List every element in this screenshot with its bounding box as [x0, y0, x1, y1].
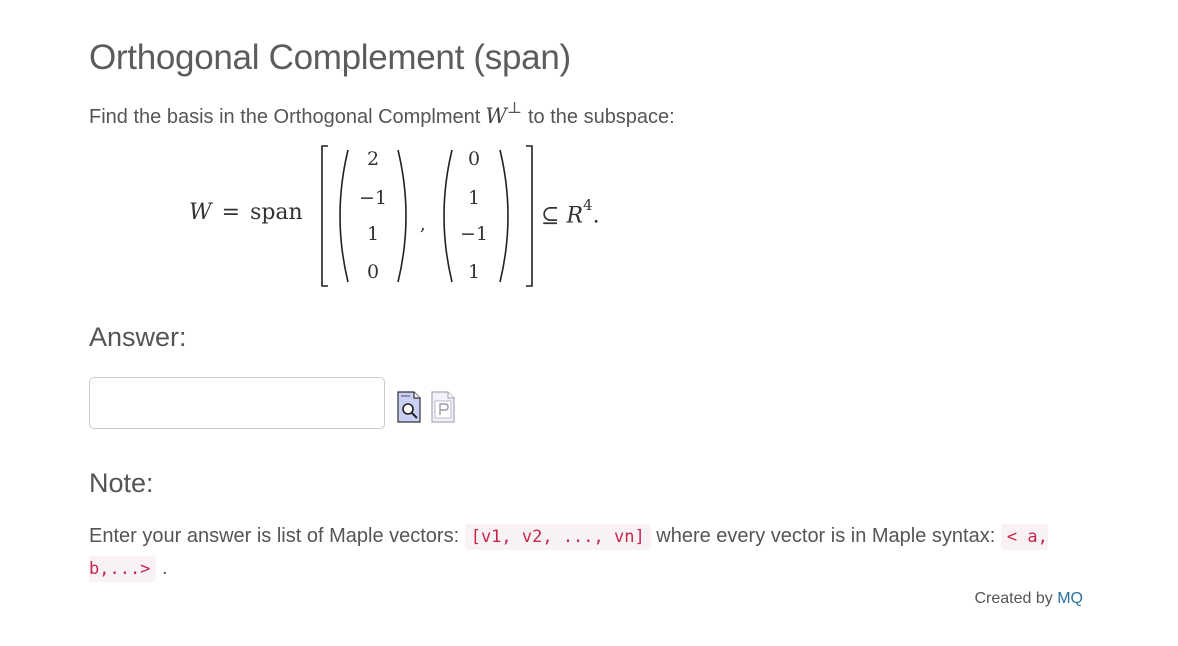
paste-icon[interactable]: [431, 391, 455, 423]
vector1-entry: 2: [366, 148, 380, 170]
period: .: [592, 203, 600, 229]
page: Orthogonal Complement (span) Find the ba…: [0, 0, 1178, 646]
vector1-entry: 1: [366, 223, 380, 245]
vector1-left-paren: [339, 149, 349, 283]
credit-text: Created by: [974, 590, 1053, 607]
matrix-brackets: [321, 145, 533, 287]
vector2-entry: 1: [467, 261, 481, 283]
note-text-after: .: [161, 557, 168, 579]
note-text-before: Enter your answer is list of Maple vecto…: [89, 525, 460, 547]
vector1-entry: 0: [366, 261, 380, 283]
vector2-left-paren: [443, 149, 453, 283]
vector1-right-paren: [397, 149, 407, 283]
vector1-entry: −1: [358, 187, 387, 209]
preview-icon[interactable]: [397, 391, 421, 423]
right-square-bracket: [526, 145, 533, 287]
vector2-entry: 0: [467, 148, 481, 170]
note-heading: Note:: [89, 468, 154, 498]
left-square-bracket: [321, 145, 328, 287]
credit-link[interactable]: MQ: [1057, 590, 1083, 607]
vector2-right-paren: [499, 149, 509, 283]
credit-line: Created by MQ: [975, 590, 1084, 608]
answer-input[interactable]: [89, 377, 385, 429]
subset-symbol: ⊆: [541, 203, 560, 229]
vector2-entry: 1: [467, 187, 481, 209]
note-text-middle: where every vector is in Maple syntax:: [656, 525, 996, 547]
vector2-entry: −1: [459, 223, 488, 245]
subset-expression: ⊆ R4.: [541, 196, 600, 229]
answer-heading: Answer:: [89, 322, 187, 352]
space-symbol: R: [566, 203, 584, 229]
space-dimension: 4: [583, 196, 593, 214]
vector-separator: ,: [420, 214, 426, 235]
note-text: Enter your answer is list of Maple vecto…: [89, 521, 1099, 585]
code-list-example: [v1, v2, ..., vn]: [464, 524, 651, 550]
span-equation: W = span 2 −1 1 0 , 0 1 −1 1 ⊆ R4.: [0, 0, 1178, 300]
